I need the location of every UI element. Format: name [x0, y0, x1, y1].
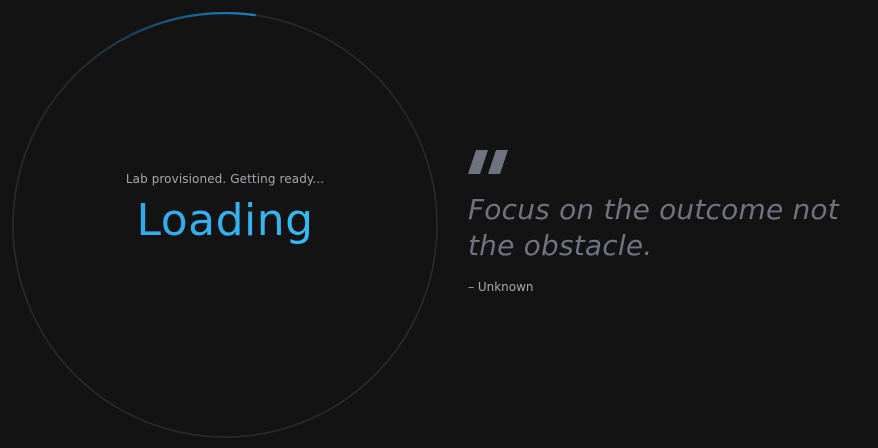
- quote-block: Focus on the outcome not the obstacle. –…: [468, 150, 868, 294]
- spinner-progress-arc: [48, 12, 256, 108]
- loading-spinner: Lab provisioned. Getting ready... Loadin…: [12, 12, 438, 438]
- quote-mark-icon: [468, 150, 508, 174]
- quote-text: Focus on the outcome not the obstacle.: [468, 193, 839, 262]
- loading-status-text: Lab provisioned. Getting ready...: [125, 172, 325, 186]
- loading-title: Loading: [12, 195, 438, 246]
- quote-author: – Unknown: [468, 280, 534, 294]
